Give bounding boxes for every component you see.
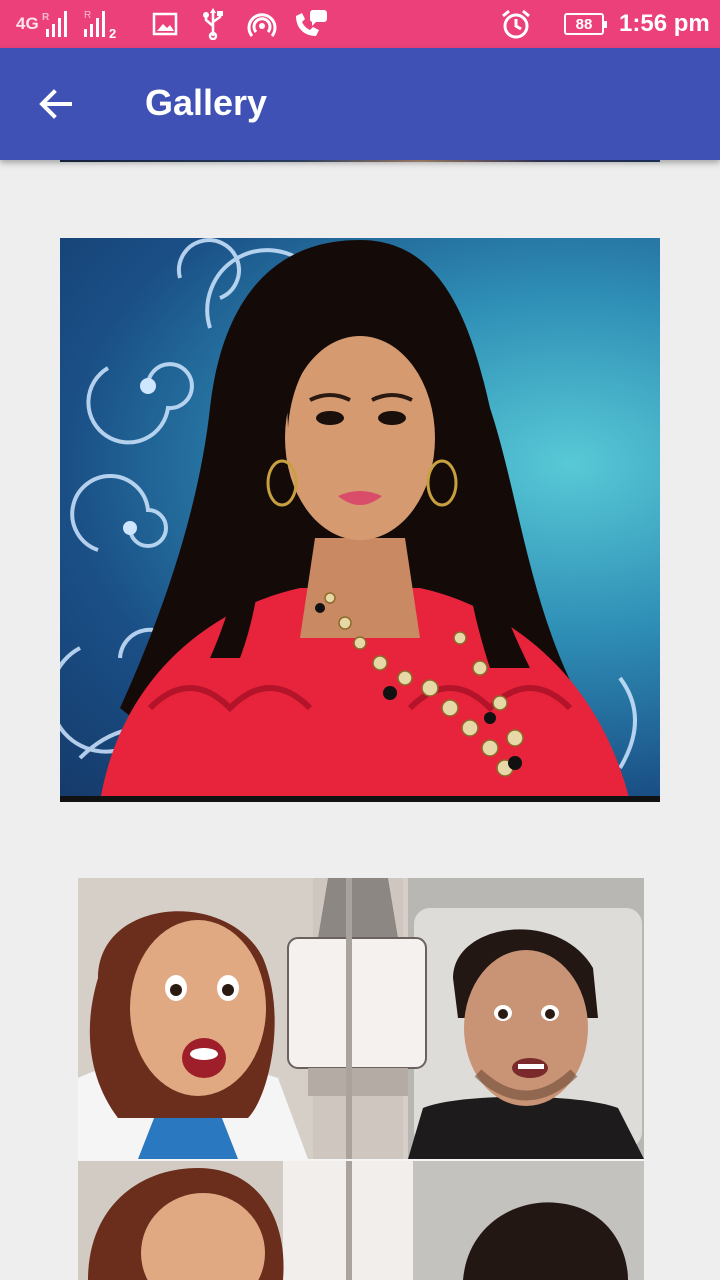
status-bar: 4G R R 2 88 1:56 pm bbox=[0, 0, 720, 48]
gallery-photo-portrait[interactable] bbox=[60, 238, 660, 802]
page-title: Gallery bbox=[145, 82, 268, 123]
network-indicator: 4G R bbox=[16, 0, 50, 48]
hotspot-icon bbox=[246, 0, 278, 48]
network-type-label: 4G R bbox=[16, 12, 50, 33]
battery-icon: 88 bbox=[564, 13, 607, 35]
signal-icon-sim1 bbox=[46, 0, 67, 48]
gallery-photo-selfie[interactable] bbox=[78, 878, 644, 1280]
photo-frame-edge bbox=[60, 796, 660, 802]
sim2-label: 2 bbox=[109, 25, 117, 41]
back-button[interactable] bbox=[24, 72, 88, 136]
signal-icon-sim2: 2 bbox=[84, 0, 116, 48]
arrow-back-icon bbox=[39, 89, 72, 119]
selfie-image bbox=[78, 878, 644, 1280]
portrait-image bbox=[60, 238, 637, 802]
collage-divider bbox=[78, 1159, 644, 1161]
app-bar: Gallery bbox=[0, 48, 720, 160]
status-time: 1:56 pm bbox=[619, 10, 710, 37]
battery-level: 88 bbox=[575, 15, 593, 33]
alarm-icon bbox=[500, 0, 532, 48]
clock: 1:56 pm bbox=[619, 0, 710, 48]
gallery-list[interactable] bbox=[0, 160, 720, 1280]
image-icon bbox=[152, 0, 178, 48]
usb-icon bbox=[200, 0, 226, 48]
gallery-photo-partial[interactable] bbox=[60, 160, 660, 162]
call-icon bbox=[292, 0, 328, 48]
